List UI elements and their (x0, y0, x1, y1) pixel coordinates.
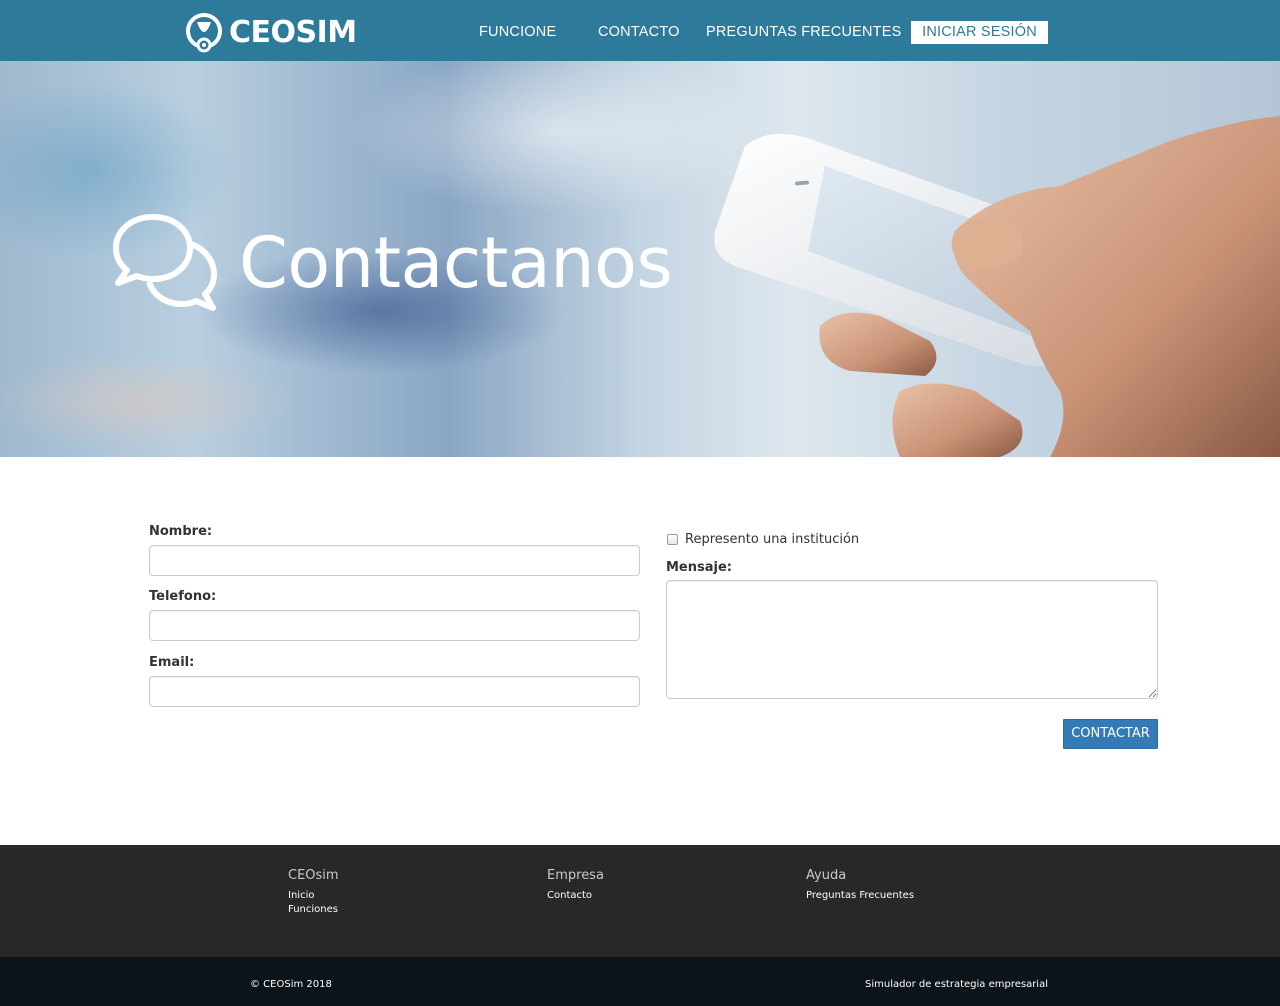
footer-heading: Empresa (547, 868, 604, 883)
bottom-bar: © CEOSim 2018 Simulador de estrategia em… (0, 957, 1280, 1006)
footer-link-funciones[interactable]: Funciones (288, 903, 339, 917)
login-button[interactable]: INICIAR SESIÓN (911, 21, 1048, 44)
footer: CEOsim Inicio Funciones Empresa Contacto… (0, 845, 1280, 957)
hero-banner: Contactanos (0, 61, 1280, 457)
institucion-label[interactable]: Represento una institución (685, 532, 859, 547)
footer-heading: CEOsim (288, 868, 339, 883)
hero-heading: Contactanos (113, 211, 673, 315)
nav-contacto[interactable]: CONTACTO (598, 22, 680, 42)
tagline-text: Simulador de estrategia empresarial (865, 979, 1048, 990)
chat-bubbles-icon (113, 214, 217, 311)
contactar-button[interactable]: CONTACTAR (1063, 719, 1158, 749)
footer-link-contacto[interactable]: Contacto (547, 889, 604, 903)
nav-funciones[interactable]: FUNCIONE (479, 22, 556, 42)
mensaje-label: Mensaje: (666, 560, 732, 575)
email-label: Email: (149, 655, 195, 670)
mensaje-textarea[interactable] (666, 580, 1158, 699)
institucion-option[interactable]: Represento una institución (667, 532, 859, 547)
telefono-input[interactable] (149, 610, 640, 641)
logo-icon (185, 12, 227, 54)
footer-link-inicio[interactable]: Inicio (288, 889, 339, 903)
footer-col-ceosim: CEOsim Inicio Funciones (288, 868, 339, 917)
email-input[interactable] (149, 676, 640, 707)
nombre-input[interactable] (149, 545, 640, 576)
copyright-text: © CEOSim 2018 (250, 979, 332, 990)
footer-link-preguntas-frecuentes[interactable]: Preguntas Frecuentes (806, 889, 914, 903)
telefono-label: Telefono: (149, 589, 217, 604)
nombre-label: Nombre: (149, 524, 213, 539)
page-title: Contactanos (239, 222, 673, 304)
logo-text: CEOSIM (229, 15, 357, 50)
institucion-checkbox[interactable] (667, 534, 678, 545)
logo[interactable]: CEOSIM (185, 10, 357, 56)
footer-heading: Ayuda (806, 868, 847, 883)
top-navbar: CEOSIM FUNCIONE CONTACTO PREGUNTAS FRECU… (0, 0, 1280, 61)
nav-preguntas-frecuentes[interactable]: PREGUNTAS FRECUENTES (706, 22, 901, 42)
footer-col-ayuda: Ayuda Preguntas Frecuentes (806, 868, 914, 903)
footer-col-empresa: Empresa Contacto (547, 868, 604, 903)
